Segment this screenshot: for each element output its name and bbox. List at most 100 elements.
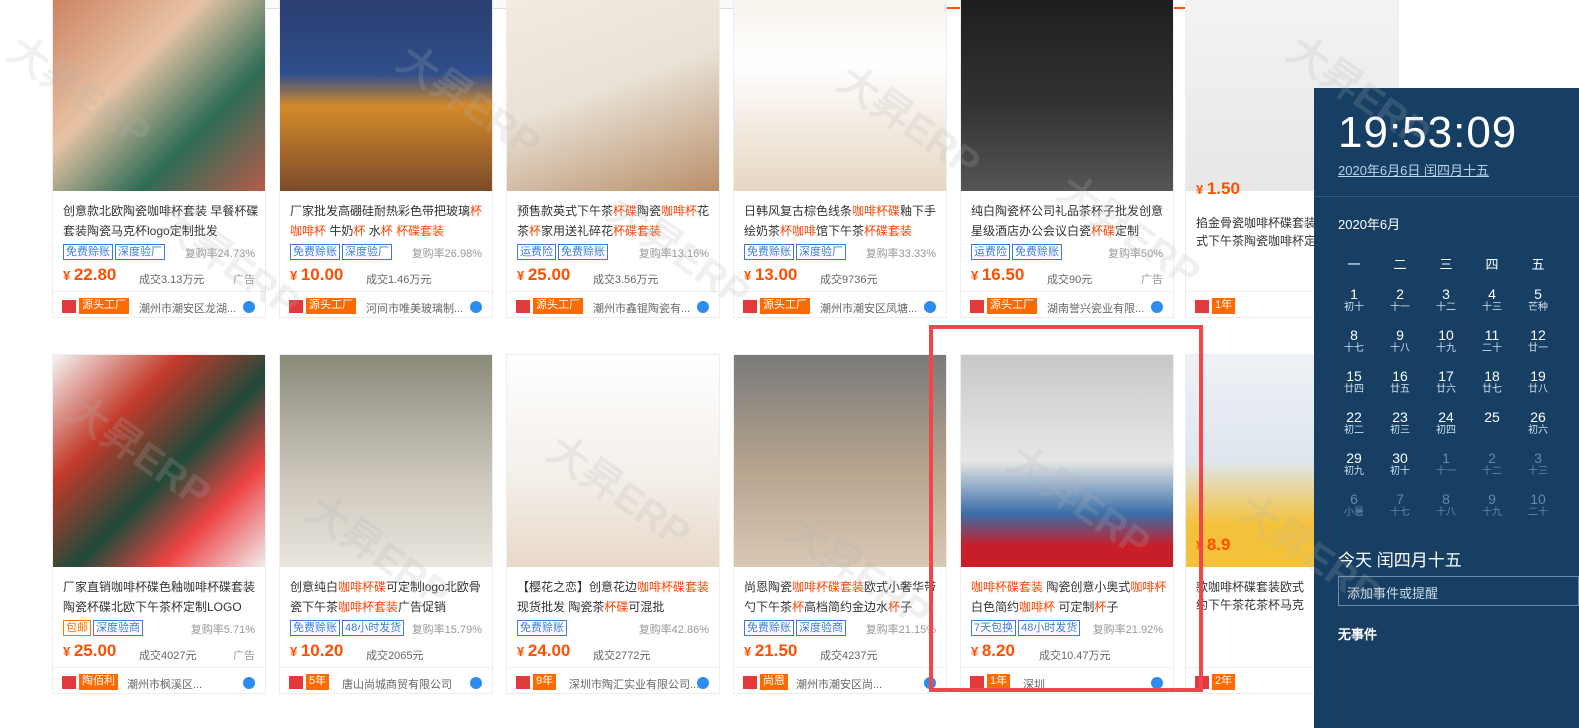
calendar-day[interactable]: 7 十七 (1380, 491, 1420, 519)
add-event-input[interactable]: 添加事件或提醒 (1338, 576, 1579, 606)
calendar-day[interactable]: 8 十七 (1334, 327, 1374, 355)
product-image[interactable] (53, 355, 265, 567)
calendar-day[interactable]: 9 十九 (1472, 491, 1512, 519)
product-title[interactable]: 【樱花之恋】创意花边咖啡杯碟套装现货批发 陶瓷茶杯碟可混批 (517, 577, 715, 617)
calendar-day[interactable]: 9 十八 (1380, 327, 1420, 355)
shop-footer[interactable]: 5年 唐山尚城商贸有限公司 (280, 667, 492, 693)
shop-footer[interactable]: 源头工厂 潮州市鑫锟陶瓷有... (507, 291, 719, 317)
product-title[interactable]: 厂家直销咖啡杯碟色釉咖啡杯碟套装陶瓷杯碟北欧下午茶杯定制LOGO (63, 577, 261, 617)
shop-name[interactable]: 潮州市鑫锟陶瓷有... (593, 300, 690, 316)
chat-icon[interactable] (243, 677, 255, 689)
chat-icon[interactable] (470, 301, 482, 313)
product-card[interactable]: 预售款英式下午茶杯碟陶瓷咖啡杯花茶杯家用送礼碎花杯碟套装 运费险 免费赊账 复购率13… (506, 0, 720, 318)
product-card[interactable]: 厂家批发高硼硅耐热彩色带把玻璃杯 咖啡杯 牛奶杯 水杯 杯碟套装 免费赊账 深度验厂… (279, 0, 493, 318)
product-price: ¥ 16.50 (971, 265, 1025, 284)
calendar-day[interactable]: 1 初十 (1334, 286, 1374, 314)
shop-footer[interactable]: 源头工厂 潮州市潮安区龙湖... (53, 291, 265, 317)
calendar-month-title[interactable]: 2020年6月 (1338, 214, 1400, 233)
shop-name[interactable]: 潮州市潮安区尚... (796, 676, 882, 692)
shop-footer[interactable]: 9年 深圳市陶汇实业有限公司... (507, 667, 719, 693)
product-title[interactable]: 纯白陶瓷杯公司礼品茶杯子批发创意星级酒店办公会议白瓷杯碟定制 (971, 201, 1169, 241)
product-card[interactable]: 创意款北欧陶瓷咖啡杯套装 早餐杯碟套装陶瓷马克杯logo定制批发 免费赊账 深度验厂… (52, 0, 266, 318)
product-card[interactable]: 创意纯白咖啡杯碟可定制logo北欧骨瓷下午茶咖啡杯套装广告促销 免费赊账 48小时发… (279, 354, 493, 694)
shop-badge: 尚恩 (760, 674, 788, 690)
shop-name[interactable]: 唐山尚城商贸有限公司 (342, 676, 452, 692)
calendar-day[interactable]: 22 初二 (1334, 409, 1374, 437)
product-title[interactable]: 日韩风复古棕色线条咖啡杯碟釉下手绘奶茶杯咖啡馆下午茶杯碟套装 (744, 201, 942, 241)
calendar-day[interactable]: 3 十三 (1518, 450, 1558, 478)
service-tag: 免费赊账 (1012, 244, 1062, 260)
calendar-day[interactable]: 11 二十 (1472, 327, 1512, 355)
repurchase-rate: 复购率21.15% (865, 624, 936, 636)
calendar-day[interactable]: 6 小暑 (1334, 491, 1374, 519)
product-card[interactable]: 日韩风复古棕色线条咖啡杯碟釉下手绘奶茶杯咖啡馆下午茶杯碟套装 免费赊账 深度验厂 复购… (733, 0, 947, 318)
chat-icon[interactable] (697, 301, 709, 313)
chat-icon[interactable] (243, 301, 255, 313)
calendar-day[interactable]: 16 廿五 (1380, 368, 1420, 396)
shop-name[interactable]: 深圳市陶汇实业有限公司... (569, 676, 699, 692)
shop-name[interactable]: 湖南誉兴瓷业有限... (1047, 300, 1144, 316)
chat-icon[interactable] (470, 677, 482, 689)
weekday-header: 五 (1531, 257, 1545, 272)
clock-date-link[interactable]: 2020年6月6日 闰四月十五 (1338, 160, 1489, 179)
ad-label: 广告 (1141, 274, 1163, 286)
product-card[interactable]: 厂家直销咖啡杯碟色釉咖啡杯碟套装陶瓷杯碟北欧下午茶杯定制LOGO 包邮 深度验商 复购… (52, 354, 266, 694)
shop-name[interactable]: 潮州市枫溪区... (127, 676, 202, 692)
calendar-day[interactable]: 15 廿四 (1334, 368, 1374, 396)
product-image[interactable] (507, 355, 719, 567)
product-title[interactable]: 创意纯白咖啡杯碟可定制logo北欧骨瓷下午茶咖啡杯套装广告促销 (290, 577, 488, 617)
calendar-day[interactable]: 4 十三 (1472, 286, 1512, 314)
calendar-day[interactable]: 29 初九 (1334, 450, 1374, 478)
product-image[interactable] (734, 355, 946, 567)
shop-name[interactable]: 河间市唯美玻璃制... (366, 300, 463, 316)
product-title[interactable]: 厂家批发高硼硅耐热彩色带把玻璃杯 咖啡杯 牛奶杯 水杯 杯碟套装 (290, 201, 488, 241)
calendar-day[interactable]: 30 初十 (1380, 450, 1420, 478)
shop-name[interactable]: 潮州市潮安区凤塘... (820, 300, 917, 316)
shop-badge: 源头工厂 (306, 298, 356, 314)
calendar-day[interactable]: 17 廿六 (1426, 368, 1466, 396)
calendar-day[interactable]: 8 十八 (1426, 491, 1466, 519)
deal-volume: 成交2772元 (593, 650, 651, 662)
calendar-day[interactable]: 1 十一 (1426, 450, 1466, 478)
product-image[interactable] (280, 355, 492, 567)
product-card[interactable]: 【樱花之恋】创意花边咖啡杯碟套装现货批发 陶瓷茶杯碟可混批 免费赊账 复购率42.8… (506, 354, 720, 694)
calendar-day[interactable]: 5 芒种 (1518, 286, 1558, 314)
calendar-day[interactable]: 10 十九 (1426, 327, 1466, 355)
shop-badge: 1年 (1212, 298, 1236, 314)
service-tag: 运费险 (517, 244, 556, 260)
shop-name[interactable]: 潮州市潮安区龙湖... (139, 300, 236, 316)
calendar-day[interactable]: 12 廿一 (1518, 327, 1558, 355)
shop-footer[interactable]: 源头工厂 潮州市潮安区凤塘... (734, 291, 946, 317)
product-title[interactable]: 预售款英式下午茶杯碟陶瓷咖啡杯花茶杯家用送礼碎花杯碟套装 (517, 201, 715, 241)
calendar-day[interactable]: 18 廿七 (1472, 368, 1512, 396)
shop-footer[interactable]: 陶佰利 潮州市枫溪区... (53, 667, 265, 693)
product-title[interactable]: 尚恩陶瓷咖啡杯碟套装欧式小奢华带勺下午茶杯高档简约金边水杯子 (744, 577, 942, 617)
product-image[interactable] (53, 0, 265, 191)
calendar-day[interactable]: 26 初六 (1518, 409, 1558, 437)
calendar-day[interactable]: 25 (1472, 409, 1512, 425)
product-title[interactable]: 创意款北欧陶瓷咖啡杯套装 早餐杯碟套装陶瓷马克杯logo定制批发 (63, 201, 261, 241)
calendar-day[interactable]: 24 初四 (1426, 409, 1466, 437)
shop-footer[interactable]: 源头工厂 河间市唯美玻璃制... (280, 291, 492, 317)
product-card[interactable]: 尚恩陶瓷咖啡杯碟套装欧式小奢华带勺下午茶杯高档简约金边水杯子 免费赊账 深度验商 复购… (733, 354, 947, 694)
calendar-day[interactable]: 2 十二 (1472, 450, 1512, 478)
chat-icon[interactable] (924, 301, 936, 313)
service-tag: 48小时发货 (342, 620, 405, 636)
shop-badge: 源头工厂 (987, 298, 1037, 314)
product-image[interactable] (280, 0, 492, 191)
product-card[interactable]: 纯白陶瓷杯公司礼品茶杯子批发创意星级酒店办公会议白瓷杯碟定制 运费险 免费赊账 复购率… (960, 0, 1174, 318)
calendar-day[interactable]: 10 二十 (1518, 491, 1558, 519)
chat-icon[interactable] (1151, 301, 1163, 313)
calendar-day[interactable]: 23 初三 (1380, 409, 1420, 437)
shop-footer[interactable]: 尚恩 潮州市潮安区尚... (734, 667, 946, 693)
calendar-day[interactable]: 19 廿八 (1518, 368, 1558, 396)
shop-footer[interactable]: 源头工厂 湖南誉兴瓷业有限... (961, 291, 1173, 317)
calendar-day[interactable]: 2 十一 (1380, 286, 1420, 314)
product-image[interactable] (507, 0, 719, 191)
calendar-day[interactable]: 3 十二 (1426, 286, 1466, 314)
chat-icon[interactable] (697, 677, 709, 689)
product-image[interactable] (734, 0, 946, 191)
product-image[interactable] (961, 0, 1173, 191)
shop-icon (516, 300, 530, 313)
shop-badge: 源头工厂 (760, 298, 810, 314)
